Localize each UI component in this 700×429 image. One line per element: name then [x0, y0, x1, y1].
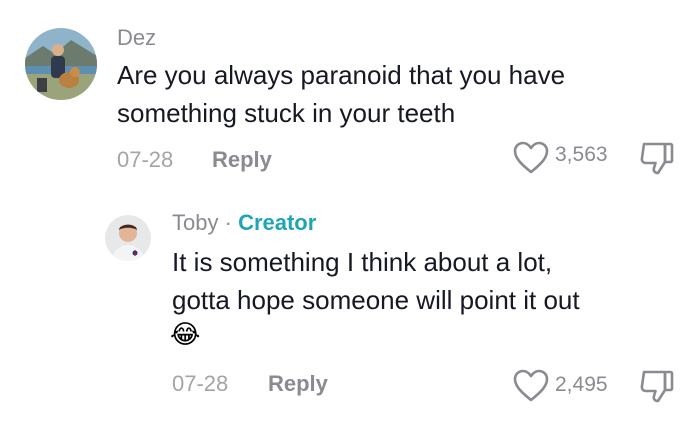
reply-reply-button[interactable]: Reply — [268, 371, 328, 397]
comment-text-line: Are you always paranoid that you have — [117, 60, 566, 90]
heart-outline-icon[interactable] — [513, 141, 549, 175]
comment-like-count: 3,563 — [555, 143, 608, 166]
heart-outline-icon[interactable] — [513, 369, 549, 403]
reply-text-line: gotta hope someone will point it out — [172, 285, 580, 315]
comment-text-line: something stuck in your teeth — [117, 98, 456, 128]
thumbs-down-icon[interactable] — [637, 368, 677, 404]
reply-username[interactable]: Toby — [172, 210, 218, 235]
comment-avatar[interactable] — [25, 28, 97, 100]
avatar-photo-icon — [25, 28, 97, 100]
comment-text: Are you always paranoid that you have so… — [117, 56, 565, 132]
reply-like-count: 2,495 — [555, 373, 608, 396]
reply-avatar[interactable] — [105, 215, 151, 261]
comment-username[interactable]: Dez — [117, 25, 156, 51]
avatar-photo-icon — [105, 215, 151, 261]
laughing-emoji: 😂 — [170, 319, 201, 349]
thumbs-down-icon[interactable] — [637, 140, 677, 176]
reply-text: It is something I think about a lot, got… — [172, 243, 580, 319]
reply-text-line: It is something I think about a lot, — [172, 247, 553, 277]
creator-badge: Creator — [238, 210, 317, 235]
reply-username-row: Toby · Creator — [172, 210, 316, 236]
separator-dot: · — [224, 210, 232, 235]
comment-reply-button[interactable]: Reply — [212, 147, 272, 173]
reply-date: 07-28 — [172, 371, 229, 396]
comment-date: 07-28 — [117, 147, 174, 172]
